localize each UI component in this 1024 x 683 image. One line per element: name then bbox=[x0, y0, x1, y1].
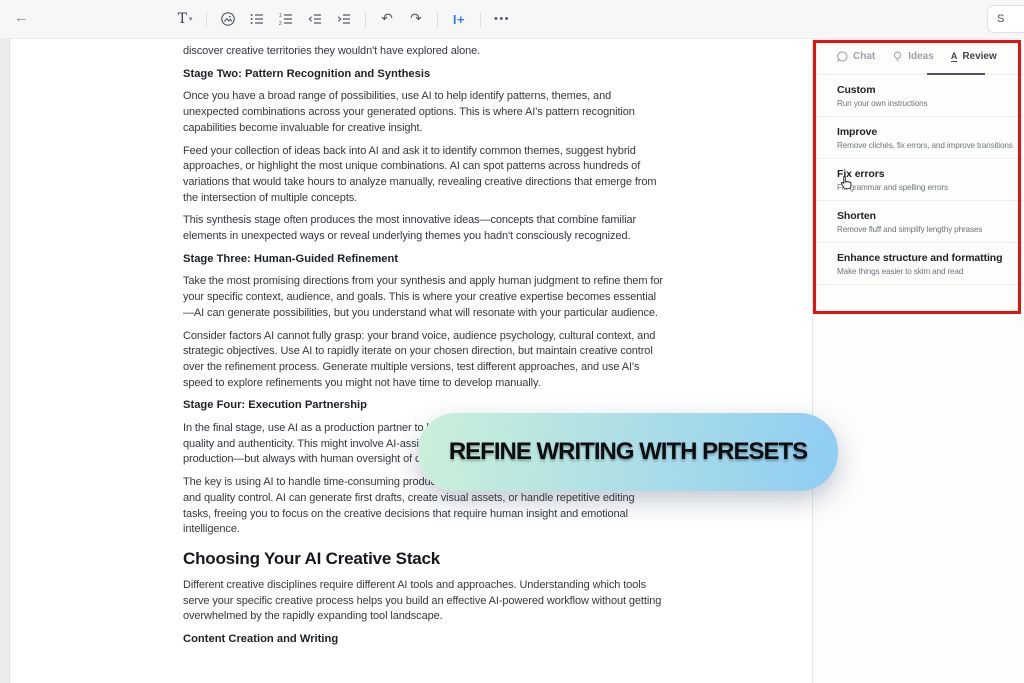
undo-icon: ↶ bbox=[381, 11, 393, 27]
toolbar-separator bbox=[206, 11, 207, 27]
share-button-label: S bbox=[997, 13, 1005, 25]
preset-title: Fix errors bbox=[837, 168, 885, 180]
document-block: Stage Two: Pattern Recognition and Synth… bbox=[183, 67, 431, 80]
preset-item[interactable]: Improve Remove clichés, fix errors, and … bbox=[813, 117, 1024, 159]
ai-assistant-button[interactable]: I+ bbox=[446, 7, 472, 31]
preset-item[interactable]: Enhance structure and formatting Make th… bbox=[813, 243, 1024, 285]
outdent-icon bbox=[307, 11, 323, 27]
top-toolbar: ← T ▾ 12 ↶ ↷ I+ ••• S bbox=[0, 0, 1024, 39]
indent-button[interactable] bbox=[331, 7, 357, 31]
preset-title: Enhance structure and formatting bbox=[837, 252, 1003, 264]
numbered-list-icon: 12 bbox=[278, 11, 294, 27]
preset-description: Remove fluff and simplify lengthy phrase… bbox=[837, 225, 983, 234]
review-icon: A bbox=[950, 51, 958, 62]
tab-review[interactable]: A Review bbox=[950, 51, 997, 62]
ellipsis-icon: ••• bbox=[493, 13, 511, 25]
document-block: This synthesis stage often produces the … bbox=[183, 214, 637, 243]
bullet-list-button[interactable] bbox=[244, 7, 270, 31]
caption-banner-text: REFINE WRITING WITH PRESETS bbox=[448, 438, 808, 465]
preset-title: Improve bbox=[837, 126, 878, 138]
caption-banner: REFINE WRITING WITH PRESETS bbox=[418, 413, 838, 491]
redo-button[interactable]: ↷ bbox=[403, 7, 429, 31]
indent-icon bbox=[336, 11, 352, 27]
document-block: Consider factors AI cannot fully grasp: … bbox=[183, 329, 656, 389]
document-area[interactable]: discover creative territories they would… bbox=[0, 39, 812, 683]
panel-tabs: Chat Ideas A Review bbox=[813, 39, 1024, 75]
redo-icon: ↷ bbox=[410, 11, 422, 27]
text-style-button[interactable]: T ▾ bbox=[172, 7, 198, 31]
document-block: Choosing Your AI Creative Stack bbox=[183, 548, 441, 568]
lightbulb-icon bbox=[892, 51, 903, 62]
document-block: Content Creation and Writing bbox=[183, 633, 339, 646]
toolbar-separator bbox=[480, 11, 481, 27]
back-icon[interactable]: ← bbox=[14, 9, 29, 26]
toolbar-separator bbox=[365, 11, 366, 27]
svg-text:1: 1 bbox=[279, 13, 282, 19]
document-block: discover creative territories they would… bbox=[183, 45, 481, 57]
chevron-down-icon: ▾ bbox=[188, 16, 193, 23]
document-block: Feed your collection of ideas back into … bbox=[183, 144, 657, 204]
document-block: Stage Four: Execution Partnership bbox=[183, 399, 368, 412]
image-icon bbox=[220, 11, 236, 27]
tab-label: Review bbox=[962, 51, 997, 62]
outdent-button[interactable] bbox=[302, 7, 328, 31]
preset-list: Custom Run your own instructions Improve… bbox=[813, 75, 1024, 285]
preset-item[interactable]: Fix errors Fix grammar and spelling erro… bbox=[813, 159, 1024, 201]
preset-item[interactable]: Custom Run your own instructions bbox=[813, 75, 1024, 117]
tab-label: Ideas bbox=[908, 51, 934, 62]
text-style-label: T bbox=[177, 11, 187, 27]
document-block: Take the most promising directions from … bbox=[183, 275, 663, 319]
preset-description: Remove clichés, fix errors, and improve … bbox=[837, 141, 1013, 150]
preset-description: Fix grammar and spelling errors bbox=[837, 183, 948, 192]
preset-item[interactable]: Shorten Remove fluff and simplify length… bbox=[813, 201, 1024, 243]
svg-text:2: 2 bbox=[279, 21, 282, 27]
document-block: Once you have a broad range of possibili… bbox=[183, 90, 635, 134]
formatting-toolbar: T ▾ 12 ↶ ↷ I+ ••• bbox=[172, 7, 515, 31]
page-margin-strip bbox=[0, 39, 10, 683]
document-block: Stage Three: Human-Guided Refinement bbox=[183, 252, 399, 265]
preset-title: Shorten bbox=[837, 210, 876, 222]
assistant-panel: Chat Ideas A Review Custom Run your own … bbox=[812, 39, 1024, 683]
preset-description: Make things easier to skim and read bbox=[837, 267, 964, 276]
document-content: discover creative territories they would… bbox=[183, 44, 663, 655]
chat-icon bbox=[837, 51, 848, 62]
tab-ideas[interactable]: Ideas bbox=[892, 51, 934, 62]
tab-label: Chat bbox=[853, 51, 876, 62]
insert-image-button[interactable] bbox=[215, 7, 241, 31]
more-options-button[interactable]: ••• bbox=[489, 7, 515, 31]
ai-writer-icon: I+ bbox=[452, 11, 466, 27]
preset-title: Custom bbox=[837, 84, 876, 96]
tab-chat[interactable]: Chat bbox=[837, 51, 875, 62]
undo-button[interactable]: ↶ bbox=[374, 7, 400, 31]
bullet-list-icon bbox=[249, 11, 265, 27]
document-block: Different creative disciplines require d… bbox=[183, 578, 662, 623]
active-tab-underline bbox=[927, 73, 985, 75]
toolbar-separator bbox=[437, 11, 438, 27]
numbered-list-button[interactable]: 12 bbox=[273, 7, 299, 31]
preset-description: Run your own instructions bbox=[837, 99, 928, 108]
share-button[interactable]: S bbox=[987, 5, 1024, 33]
